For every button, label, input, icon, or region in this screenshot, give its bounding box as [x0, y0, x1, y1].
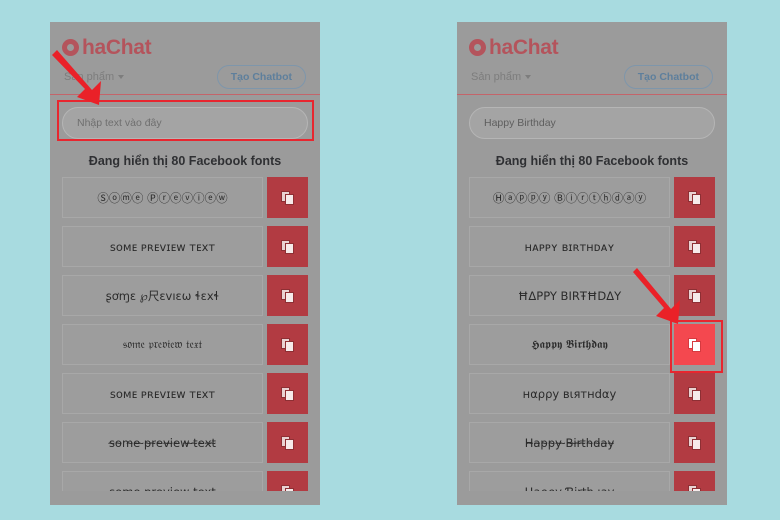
list-bottom-fade: [50, 491, 320, 505]
copy-icon: [688, 288, 701, 303]
nav-item-products[interactable]: Sản phẩm: [471, 71, 532, 83]
copy-button[interactable]: [267, 275, 308, 316]
copy-icon: [688, 190, 701, 205]
copy-icon: [688, 239, 701, 254]
nav-item-products[interactable]: Sản phẩm: [64, 71, 125, 83]
copy-button[interactable]: [674, 177, 715, 218]
app-logo[interactable]: haChat: [457, 22, 727, 60]
copy-icon: [281, 239, 294, 254]
font-row[interactable]: ꜱᴏᴍᴇ ᴘʀᴇᴠɪᴇᴡ ᴛᴇxᴛ: [62, 373, 308, 414]
brand-name-text: haChat: [82, 35, 152, 59]
copy-button[interactable]: [267, 324, 308, 365]
search-input-value: Happy Birthday: [484, 117, 556, 129]
aha-circle-logo-icon: [62, 38, 79, 56]
font-preview-text: 𝕳𝖆𝖕𝖕𝖞 𝕭𝖎𝖗𝖙𝖍𝖉𝖆𝖞: [531, 337, 608, 351]
font-preview-cell[interactable]: ĦΔPPY BIRŦĦDΔY: [469, 275, 670, 316]
copy-icon: [281, 386, 294, 401]
copy-icon: [688, 386, 701, 401]
font-preview-cell[interactable]: ѕᴏᴍᴇ ᴘʀᴇᴠɪᴇᴡ ᴛᴇxᴛ: [62, 226, 263, 267]
search-input[interactable]: Nhập text vào đây: [62, 107, 308, 139]
font-preview-text: ʜᴀᴘᴘʏ ʙɪʀᴛʜᴅᴀʏ: [524, 239, 615, 254]
font-row[interactable]: ʂơɱɛ ℘尺ɛvıɛω ɬɛxɬ: [62, 275, 308, 316]
screenshot-panel-left: haChat Sản phẩm Tạo Chatbot Nhập text và…: [50, 22, 320, 505]
app-logo[interactable]: haChat: [50, 22, 320, 60]
font-preview-text: ꜱᴏᴍᴇ ᴘʀᴇᴠɪᴇᴡ ᴛᴇxᴛ: [109, 386, 216, 401]
font-preview-text: 𝔰𝔬𝔪𝔢 𝔭𝔯𝔢𝔳𝔦𝔢𝔴 𝔱𝔢𝔵𝔱: [122, 337, 203, 351]
copy-button-highlighted[interactable]: [674, 324, 715, 365]
top-nav-bar: Sản phẩm Tạo Chatbot: [50, 60, 320, 94]
copy-button[interactable]: [674, 275, 715, 316]
search-section: Nhập text vào đây: [50, 95, 320, 147]
screenshot-panel-right: haChat Sản phẩm Tạo Chatbot Happy Birthd…: [457, 22, 727, 505]
font-row[interactable]: s̴o̴m̴e̴ ̴p̴r̴e̴v̴i̴e̴w̴ ̴t̴e̴x̴t̴: [62, 422, 308, 463]
brand-name-text: haChat: [489, 35, 559, 59]
font-preview-text: s̴o̴m̴e̴ ̴p̴r̴e̴v̴i̴e̴w̴ ̴t̴e̴x̴t̴: [108, 435, 217, 450]
font-row[interactable]: Ⓗⓐⓟⓟⓨ Ⓑⓘⓡⓣⓗⓓⓐⓨ: [469, 177, 715, 218]
nav-item-products-label: Sản phẩm: [64, 71, 115, 83]
copy-icon: [281, 337, 294, 352]
list-bottom-fade: [457, 491, 727, 505]
chevron-down-icon: [118, 75, 125, 79]
font-preview-text: ѕᴏᴍᴇ ᴘʀᴇᴠɪᴇᴡ ᴛᴇxᴛ: [109, 239, 216, 254]
font-preview-cell[interactable]: Ⓢⓞⓜⓔ Ⓟⓡⓔⓥⓘⓔⓦ: [62, 177, 263, 218]
font-preview-cell[interactable]: ʜᴀᴘᴘʏ ʙɪʀᴛʜᴅᴀʏ: [469, 226, 670, 267]
font-preview-text: H̴a̴p̴p̴y̴ ̴B̴i̴r̴t̴h̴d̴a̴y̴: [524, 435, 615, 450]
copy-icon: [688, 435, 701, 450]
search-input-placeholder: Nhập text vào đây: [77, 117, 162, 129]
font-row[interactable]: H̴a̴p̴p̴y̴ ̴B̴i̴r̴t̴h̴d̴a̴y̴: [469, 422, 715, 463]
font-preview-cell[interactable]: H̴a̴p̴p̴y̴ ̴B̴i̴r̴t̴h̴d̴a̴y̴: [469, 422, 670, 463]
font-preview-cell[interactable]: 𝕳𝖆𝖕𝖕𝖞 𝕭𝖎𝖗𝖙𝖍𝖉𝖆𝖞: [469, 324, 670, 365]
copy-button[interactable]: [267, 177, 308, 218]
font-row[interactable]: ĦΔPPY BIRŦĦDΔY: [469, 275, 715, 316]
copy-button[interactable]: [267, 373, 308, 414]
font-row[interactable]: нαρρу вιятнdαу: [469, 373, 715, 414]
font-preview-cell[interactable]: Ⓗⓐⓟⓟⓨ Ⓑⓘⓡⓣⓗⓓⓐⓨ: [469, 177, 670, 218]
copy-button[interactable]: [674, 373, 715, 414]
create-chatbot-button[interactable]: Tạo Chatbot: [623, 65, 713, 89]
copy-button[interactable]: [267, 226, 308, 267]
copy-button[interactable]: [674, 226, 715, 267]
copy-icon: [281, 288, 294, 303]
font-row[interactable]: Ⓢⓞⓜⓔ Ⓟⓡⓔⓥⓘⓔⓦ: [62, 177, 308, 218]
copy-icon: [688, 337, 701, 352]
search-section: Happy Birthday: [457, 95, 727, 147]
font-preview-text: Ⓗⓐⓟⓟⓨ Ⓑⓘⓡⓣⓗⓓⓐⓨ: [492, 190, 647, 205]
font-preview-text: ʂơɱɛ ℘尺ɛvıɛω ɬɛxɬ: [105, 288, 220, 303]
nav-item-products-label: Sản phẩm: [471, 71, 522, 83]
font-row[interactable]: 𝔰𝔬𝔪𝔢 𝔭𝔯𝔢𝔳𝔦𝔢𝔴 𝔱𝔢𝔵𝔱: [62, 324, 308, 365]
font-preview-text: ĦΔPPY BIRŦĦDΔY: [517, 288, 622, 303]
top-nav-bar: Sản phẩm Tạo Chatbot: [457, 60, 727, 94]
font-row[interactable]: ѕᴏᴍᴇ ᴘʀᴇᴠɪᴇᴡ ᴛᴇxᴛ: [62, 226, 308, 267]
font-count-heading: Đang hiển thị 80 Facebook fonts: [495, 154, 689, 168]
search-input[interactable]: Happy Birthday: [469, 107, 715, 139]
font-count-heading: Đang hiển thị 80 Facebook fonts: [88, 154, 282, 168]
font-list-right: Ⓗⓐⓟⓟⓨ Ⓑⓘⓡⓣⓗⓓⓐⓨ ʜᴀᴘᴘʏ ʙɪʀᴛʜᴅᴀʏ ĦΔPPY BIRŦ…: [457, 177, 727, 505]
font-preview-cell[interactable]: 𝔰𝔬𝔪𝔢 𝔭𝔯𝔢𝔳𝔦𝔢𝔴 𝔱𝔢𝔵𝔱: [62, 324, 263, 365]
font-preview-cell[interactable]: нαρρу вιятнdαу: [469, 373, 670, 414]
screenshot-stage: haChat Sản phẩm Tạo Chatbot Nhập text và…: [0, 0, 780, 520]
copy-icon: [281, 190, 294, 205]
copy-button[interactable]: [267, 422, 308, 463]
font-row[interactable]: 𝕳𝖆𝖕𝖕𝖞 𝕭𝖎𝖗𝖙𝖍𝖉𝖆𝖞: [469, 324, 715, 365]
font-preview-cell[interactable]: ʂơɱɛ ℘尺ɛvıɛω ɬɛxɬ: [62, 275, 263, 316]
font-list-left: Ⓢⓞⓜⓔ Ⓟⓡⓔⓥⓘⓔⓦ ѕᴏᴍᴇ ᴘʀᴇᴠɪᴇᴡ ᴛᴇxᴛ ʂơɱɛ ℘尺ɛv…: [50, 177, 320, 505]
copy-button[interactable]: [674, 422, 715, 463]
font-preview-cell[interactable]: ꜱᴏᴍᴇ ᴘʀᴇᴠɪᴇᴡ ᴛᴇxᴛ: [62, 373, 263, 414]
font-preview-text: Ⓢⓞⓜⓔ Ⓟⓡⓔⓥⓘⓔⓦ: [97, 190, 228, 205]
font-preview-text: нαρρу вιятнdαу: [522, 386, 617, 401]
create-chatbot-button[interactable]: Tạo Chatbot: [216, 65, 306, 89]
font-row[interactable]: ʜᴀᴘᴘʏ ʙɪʀᴛʜᴅᴀʏ: [469, 226, 715, 267]
copy-icon: [281, 435, 294, 450]
chevron-down-icon: [525, 75, 532, 79]
aha-circle-logo-icon: [469, 38, 486, 56]
font-preview-cell[interactable]: s̴o̴m̴e̴ ̴p̴r̴e̴v̴i̴e̴w̴ ̴t̴e̴x̴t̴: [62, 422, 263, 463]
